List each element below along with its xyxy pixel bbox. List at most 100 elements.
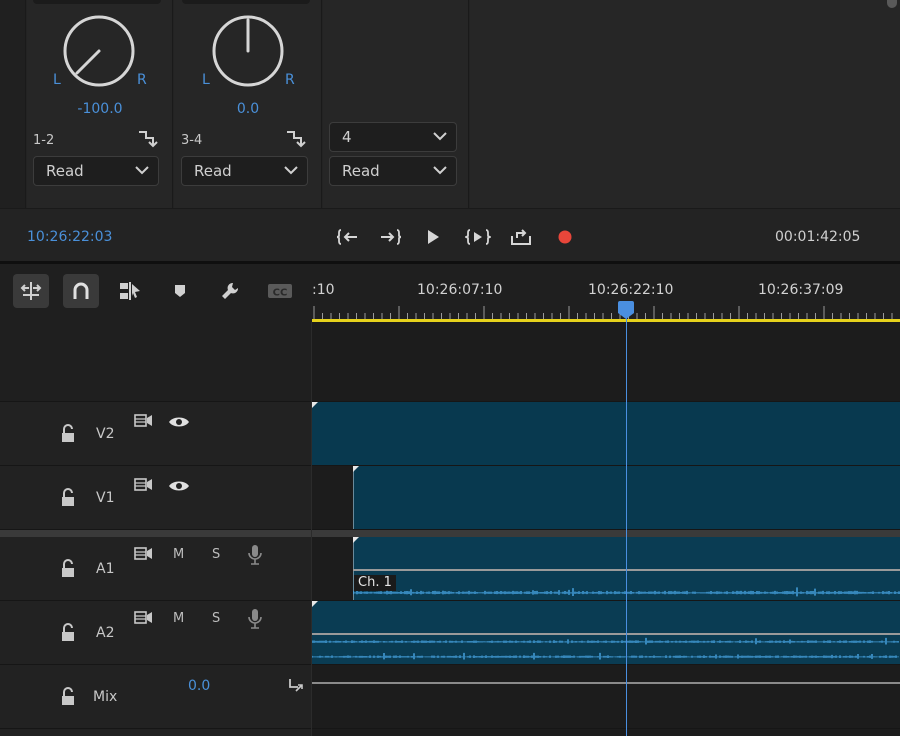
track-select-value: 4 (342, 128, 352, 146)
pan-knob[interactable] (62, 14, 136, 88)
pan-right-label: R (137, 72, 147, 88)
video-audio-divider[interactable] (0, 530, 900, 537)
play-button[interactable] (420, 224, 446, 250)
automation-mode-dropdown[interactable]: Read (33, 156, 159, 186)
lock-open-icon[interactable] (60, 623, 76, 643)
lock-open-icon[interactable] (60, 488, 76, 508)
captions-button[interactable]: CC (262, 274, 298, 308)
go-to-in-icon (337, 229, 357, 245)
automation-mode-value: Read (194, 162, 232, 180)
go-to-in-button[interactable] (335, 224, 361, 250)
channel-track-label: 1-2 (33, 133, 55, 148)
mixer-channel-1: L R -100.0 1-2 Read (27, 0, 173, 208)
play-in-to-out-button[interactable] (465, 224, 491, 250)
mixer-channel-3: 4 Read (323, 0, 469, 208)
sync-lock-icon[interactable] (134, 413, 154, 429)
track-area-mix[interactable] (312, 665, 900, 729)
eye-icon[interactable] (168, 415, 190, 429)
waveform-trace (312, 652, 899, 660)
eye-icon[interactable] (168, 479, 190, 493)
track-select-dropdown[interactable]: 4 (329, 122, 457, 152)
routing-icon[interactable] (285, 128, 307, 148)
automation-mode-dropdown[interactable]: Read (329, 156, 457, 186)
mixer-master-strip (0, 0, 26, 208)
linked-selection-button[interactable] (112, 274, 148, 308)
duration-timecode: 00:01:42:05 (775, 229, 861, 245)
playhead-handle[interactable] (617, 300, 635, 320)
add-marker-button[interactable] (162, 274, 198, 308)
current-timecode[interactable]: 10:26:22:03 (27, 229, 112, 245)
fader-area (182, 0, 310, 4)
track-area-a2[interactable] (312, 601, 900, 665)
ruler-label: 10:26:37:09 (758, 282, 844, 298)
sync-lock-icon[interactable] (134, 546, 154, 562)
mix-volume-line[interactable] (312, 682, 900, 684)
track-header-a1: A1 M S (0, 537, 311, 601)
track-area-v2[interactable] (312, 402, 900, 466)
audio-waveform (312, 637, 899, 660)
clip-start-marker (353, 466, 359, 472)
routing-icon[interactable] (137, 128, 159, 148)
mute-track-button[interactable]: M (173, 611, 184, 626)
microphone-icon[interactable] (247, 608, 263, 630)
captions-icon: CC (268, 284, 292, 299)
pan-right-label: R (285, 72, 295, 88)
loop-playback-button[interactable] (508, 224, 534, 250)
video-clip[interactable] (312, 402, 900, 465)
track-name: A1 (96, 561, 115, 577)
track-header-a2: A2 M S (0, 601, 311, 665)
pan-left-label: L (202, 72, 210, 88)
timeline-panel: CC :10 10:26:07:10 10:26:22:10 10:26:37:… (0, 264, 900, 736)
magnet-icon (73, 282, 89, 299)
automation-mode-value: Read (46, 162, 84, 180)
track-header-v1: V1 (0, 466, 311, 530)
marker-icon (175, 285, 185, 297)
play-in-to-out-icon (465, 229, 491, 245)
pan-value[interactable]: 0.0 (198, 101, 298, 117)
nest-sequences-button[interactable] (13, 274, 49, 308)
lock-open-icon[interactable] (60, 559, 76, 579)
mute-track-button[interactable]: M (173, 547, 184, 562)
sync-lock-icon[interactable] (134, 610, 154, 626)
wrench-icon (222, 282, 239, 299)
playhead-line[interactable] (626, 312, 627, 736)
loop-icon (511, 229, 531, 245)
clip-start-marker (312, 601, 318, 607)
channel-track-label: 3-4 (181, 133, 203, 148)
lock-open-icon[interactable] (60, 424, 76, 444)
track-header-mix: Mix 0.0 (0, 665, 311, 729)
microphone-icon[interactable] (247, 544, 263, 566)
track-area-a1[interactable]: Ch. 1 (312, 537, 900, 601)
timeline-settings-button[interactable] (212, 274, 248, 308)
ruler-label: 10:26:07:10 (417, 282, 503, 298)
clip-start-marker (353, 537, 359, 543)
solo-track-button[interactable]: S (212, 547, 220, 562)
track-area-v1[interactable] (312, 466, 900, 530)
go-to-out-button[interactable] (377, 224, 403, 250)
lock-open-icon[interactable] (60, 687, 76, 707)
record-button[interactable] (552, 224, 578, 250)
audio-mixer-panel: L R -100.0 1-2 Read L R 0.0 3-4 Read 4 R… (0, 0, 900, 263)
track-name: A2 (96, 625, 115, 641)
automation-mode-dropdown[interactable]: Read (181, 156, 308, 186)
track-name: V1 (96, 490, 115, 506)
svg-text:CC: CC (273, 288, 288, 299)
fader-area (33, 0, 161, 4)
pan-knob[interactable] (211, 14, 285, 88)
header-column-border[interactable] (311, 322, 312, 736)
routing-icon[interactable] (288, 677, 306, 697)
record-icon (558, 230, 572, 244)
track-header-filler (0, 729, 311, 736)
mixer-empty-area (470, 0, 900, 208)
sync-lock-icon[interactable] (134, 477, 154, 493)
track-name: Mix (93, 689, 118, 705)
mixer-channel-2: L R 0.0 3-4 Read (174, 0, 322, 208)
solo-track-button[interactable]: S (212, 611, 220, 626)
mix-volume-value[interactable]: 0.0 (188, 678, 210, 694)
divider (0, 208, 900, 209)
track-header-empty (0, 322, 311, 402)
ruler-label: 10:26:22:10 (588, 282, 674, 298)
go-to-out-icon (381, 229, 401, 245)
pan-value[interactable]: -100.0 (50, 101, 150, 117)
snap-button[interactable] (63, 274, 99, 308)
